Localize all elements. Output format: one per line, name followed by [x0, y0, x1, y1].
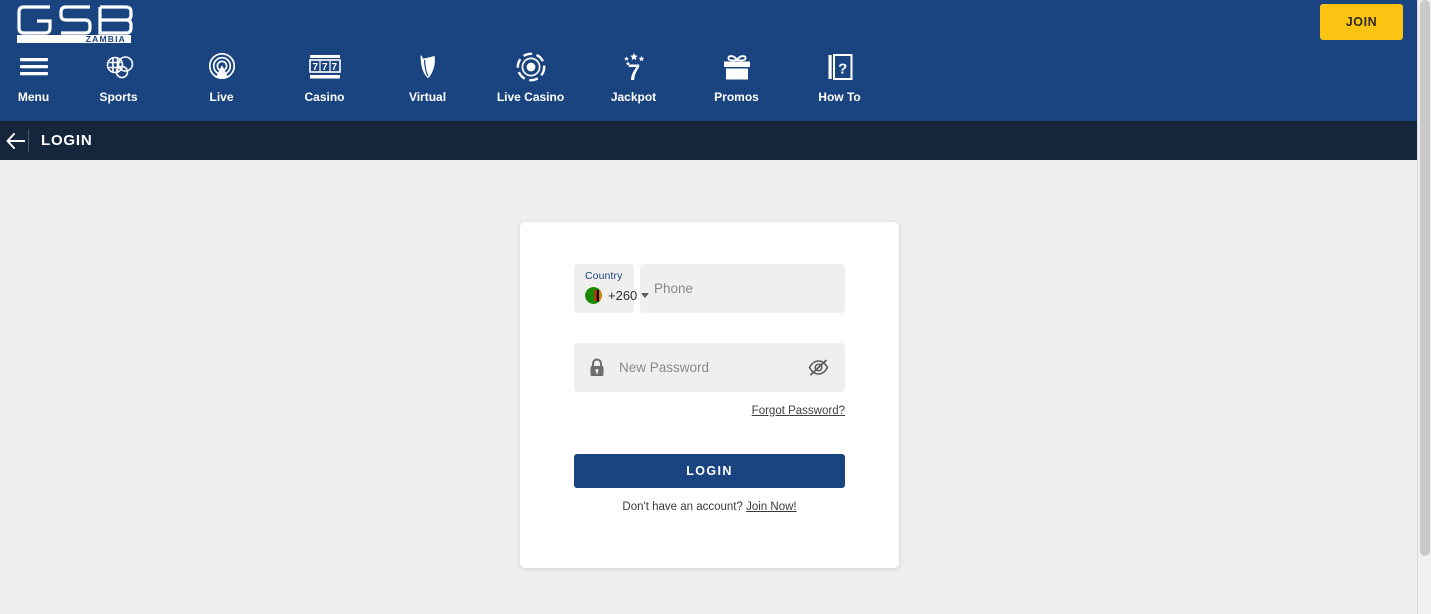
- slot-machine-777-icon: 777: [308, 50, 341, 84]
- gift-box-icon: [721, 50, 753, 84]
- login-card: Country +260 Phone Forgot Password? LOGI…: [520, 222, 899, 568]
- dial-code: +260: [608, 288, 638, 303]
- back-arrow-icon[interactable]: [2, 132, 28, 149]
- nav-label: Live: [209, 90, 234, 104]
- nav-label: Sports: [99, 90, 138, 104]
- nav-item-menu[interactable]: Menu: [0, 50, 67, 104]
- nav-label: Live Casino: [496, 90, 565, 104]
- nav-label: Casino: [304, 90, 345, 104]
- signup-prompt-text: Don't have an account?: [622, 501, 743, 513]
- country-label: Country: [585, 270, 623, 282]
- svg-text:?: ?: [838, 61, 847, 78]
- svg-text:7: 7: [312, 62, 318, 73]
- lock-icon: [589, 358, 605, 377]
- svg-text:7: 7: [322, 62, 328, 73]
- nav-label: Jackpot: [610, 90, 657, 104]
- nav-item-live-casino[interactable]: Live Casino: [479, 50, 582, 104]
- main-navigation: Menu Sports Live 7 7 7 Casino Virtual Li…: [0, 50, 891, 104]
- zambia-flag-icon: [585, 287, 602, 304]
- phone-row: Country +260: [574, 264, 845, 313]
- svg-text:7: 7: [331, 62, 337, 73]
- phone-input[interactable]: [640, 264, 845, 313]
- password-field-wrapper: [574, 343, 845, 392]
- nav-label: How To: [818, 90, 861, 104]
- live-broadcast-icon: [207, 50, 237, 84]
- site-header: ZAMBIA JOIN Menu Sports Live 7 7 7 Casin…: [0, 0, 1417, 121]
- nav-item-sports[interactable]: Sports: [67, 50, 170, 104]
- nav-label: Menu: [17, 90, 50, 104]
- login-form: Country +260 Phone Forgot Password? LOGI…: [574, 264, 845, 513]
- nav-item-live[interactable]: Live: [170, 50, 273, 104]
- page-title: LOGIN: [41, 132, 93, 149]
- nav-item-casino[interactable]: 777 Casino: [273, 50, 376, 104]
- nav-item-jackpot[interactable]: 7 Jackpot: [582, 50, 685, 104]
- eye-off-icon[interactable]: [808, 358, 829, 377]
- book-question-icon: ?: [827, 50, 853, 84]
- page-root: ZAMBIA JOIN Menu Sports Live 7 7 7 Casin…: [0, 0, 1431, 614]
- country-selector[interactable]: Country +260: [574, 264, 650, 313]
- lucky-seven-stars-icon: 7: [619, 50, 649, 84]
- page-subheader: LOGIN: [0, 121, 1417, 160]
- forgot-password-row: Forgot Password?: [574, 401, 845, 419]
- page-scrollbar[interactable]: [1417, 0, 1431, 614]
- gsb-zambia-logo[interactable]: ZAMBIA: [14, 2, 139, 44]
- page-body: Country +260 Phone Forgot Password? LOGI…: [0, 160, 1417, 614]
- scrollbar-thumb[interactable]: [1420, 0, 1430, 556]
- nav-item-promos[interactable]: Promos: [685, 50, 788, 104]
- svg-text:ZAMBIA: ZAMBIA: [86, 34, 126, 44]
- country-value: +260: [585, 287, 650, 304]
- join-button[interactable]: JOIN: [1320, 4, 1403, 40]
- hamburger-menu-icon: [19, 50, 48, 84]
- chevron-down-icon: [641, 293, 650, 298]
- subbar-divider: [28, 129, 29, 152]
- forgot-password-link[interactable]: Forgot Password?: [752, 405, 845, 417]
- virtual-v-icon: [415, 50, 441, 84]
- nav-item-virtual[interactable]: Virtual: [376, 50, 479, 104]
- poker-chip-icon: [516, 50, 546, 84]
- nav-item-how-to[interactable]: ? How To: [788, 50, 891, 104]
- sports-balls-icon: [104, 50, 134, 84]
- password-input[interactable]: [619, 360, 808, 375]
- login-submit-button[interactable]: LOGIN: [574, 454, 845, 488]
- signup-row: Don't have an account? Join Now!: [574, 501, 845, 513]
- svg-text:7: 7: [627, 60, 639, 82]
- join-now-link[interactable]: Join Now!: [746, 501, 797, 513]
- nav-label: Promos: [714, 90, 759, 104]
- page-content: ZAMBIA JOIN Menu Sports Live 7 7 7 Casin…: [0, 0, 1417, 614]
- nav-label: Virtual: [408, 90, 447, 104]
